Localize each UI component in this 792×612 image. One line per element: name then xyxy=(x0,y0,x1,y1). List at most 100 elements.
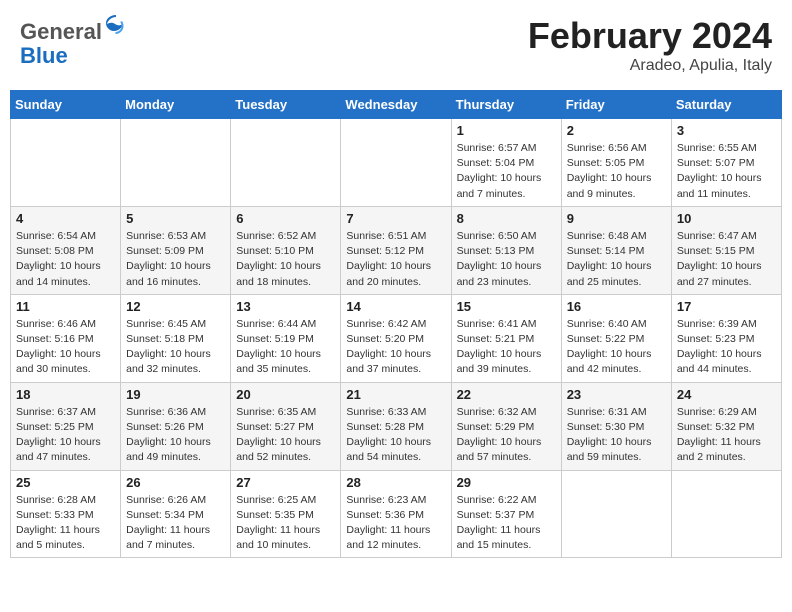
calendar-cell: 9 Sunrise: 6:48 AMSunset: 5:14 PMDaylight… xyxy=(561,206,671,294)
calendar-cell xyxy=(121,119,231,207)
calendar-cell: 4Sunrise: 6:54 AMSunset: 5:08 PMDaylight… xyxy=(11,206,121,294)
day-number: 16 xyxy=(567,299,666,314)
day-info: Sunrise: 6:48 AMSunset: 5:14 PMDaylight:… xyxy=(567,229,666,290)
day-number: 5 xyxy=(126,211,225,226)
calendar-cell: 11 Sunrise: 6:46 AMSunset: 5:16 PMDayligh… xyxy=(11,294,121,382)
day-number: 14 xyxy=(346,299,445,314)
day-info: Sunrise: 6:50 AMSunset: 5:13 PMDaylight:… xyxy=(457,229,556,290)
day-info: Sunrise: 6:44 AMSunset: 5:19 PMDaylight:… xyxy=(236,317,335,378)
calendar-cell: 2 Sunrise: 6:56 AMSunset: 5:05 PMDaylight… xyxy=(561,119,671,207)
calendar-cell: 16 Sunrise: 6:40 AMSunset: 5:22 PMDayligh… xyxy=(561,294,671,382)
logo-general: General xyxy=(20,19,102,44)
day-info: Sunrise: 6:46 AMSunset: 5:16 PMDaylight:… xyxy=(16,317,115,378)
day-number: 23 xyxy=(567,387,666,402)
calendar-cell: 21 Sunrise: 6:33 AMSunset: 5:28 PMDayligh… xyxy=(341,382,451,470)
day-info: Sunrise: 6:45 AMSunset: 5:18 PMDaylight:… xyxy=(126,317,225,378)
weekday-header-thursday: Thursday xyxy=(451,91,561,119)
day-number: 9 xyxy=(567,211,666,226)
calendar-cell: 27 Sunrise: 6:25 AMSunset: 5:35 PMDayligh… xyxy=(231,470,341,558)
weekday-header-tuesday: Tuesday xyxy=(231,91,341,119)
location-subtitle: Aradeo, Apulia, Italy xyxy=(528,57,772,75)
calendar-cell: 8 Sunrise: 6:50 AMSunset: 5:13 PMDaylight… xyxy=(451,206,561,294)
day-info: Sunrise: 6:29 AMSunset: 5:32 PMDaylight:… xyxy=(677,405,776,466)
calendar-cell: 24Sunrise: 6:29 AMSunset: 5:32 PMDayligh… xyxy=(671,382,781,470)
week-row-1: 1Sunrise: 6:57 AMSunset: 5:04 PMDaylight… xyxy=(11,119,782,207)
calendar-cell: 25Sunrise: 6:28 AMSunset: 5:33 PMDayligh… xyxy=(11,470,121,558)
calendar-table: SundayMondayTuesdayWednesdayThursdayFrid… xyxy=(10,90,782,558)
weekday-header-row: SundayMondayTuesdayWednesdayThursdayFrid… xyxy=(11,91,782,119)
logo-blue: Blue xyxy=(20,43,68,68)
day-number: 15 xyxy=(457,299,556,314)
calendar-cell: 15 Sunrise: 6:41 AMSunset: 5:21 PMDayligh… xyxy=(451,294,561,382)
weekday-header-monday: Monday xyxy=(121,91,231,119)
day-number: 1 xyxy=(457,123,556,138)
day-info: Sunrise: 6:54 AMSunset: 5:08 PMDaylight:… xyxy=(16,229,115,290)
calendar-cell xyxy=(561,470,671,558)
day-number: 7 xyxy=(346,211,445,226)
calendar-cell xyxy=(231,119,341,207)
logo: General Blue xyxy=(20,15,128,68)
day-number: 26 xyxy=(126,475,225,490)
calendar-cell xyxy=(671,470,781,558)
day-number: 13 xyxy=(236,299,335,314)
calendar-cell: 13 Sunrise: 6:44 AMSunset: 5:19 PMDayligh… xyxy=(231,294,341,382)
day-info: Sunrise: 6:37 AMSunset: 5:25 PMDaylight:… xyxy=(16,405,115,466)
calendar-cell: 22 Sunrise: 6:32 AMSunset: 5:29 PMDayligh… xyxy=(451,382,561,470)
day-number: 3 xyxy=(677,123,776,138)
day-number: 25 xyxy=(16,475,115,490)
day-info: Sunrise: 6:41 AMSunset: 5:21 PMDaylight:… xyxy=(457,317,556,378)
calendar-cell: 28Sunrise: 6:23 AMSunset: 5:36 PMDayligh… xyxy=(341,470,451,558)
day-info: Sunrise: 6:47 AMSunset: 5:15 PMDaylight:… xyxy=(677,229,776,290)
calendar-cell: 3Sunrise: 6:55 AMSunset: 5:07 PMDaylight… xyxy=(671,119,781,207)
day-number: 2 xyxy=(567,123,666,138)
day-info: Sunrise: 6:40 AMSunset: 5:22 PMDaylight:… xyxy=(567,317,666,378)
week-row-5: 25Sunrise: 6:28 AMSunset: 5:33 PMDayligh… xyxy=(11,470,782,558)
calendar-cell: 5 Sunrise: 6:53 AMSunset: 5:09 PMDaylight… xyxy=(121,206,231,294)
week-row-3: 11 Sunrise: 6:46 AMSunset: 5:16 PMDayligh… xyxy=(11,294,782,382)
day-info: Sunrise: 6:56 AMSunset: 5:05 PMDaylight:… xyxy=(567,141,666,202)
title-section: February 2024 Aradeo, Apulia, Italy xyxy=(528,15,772,75)
day-info: Sunrise: 6:52 AMSunset: 5:10 PMDaylight:… xyxy=(236,229,335,290)
day-info: Sunrise: 6:32 AMSunset: 5:29 PMDaylight:… xyxy=(457,405,556,466)
day-number: 29 xyxy=(457,475,556,490)
calendar-cell: 17Sunrise: 6:39 AMSunset: 5:23 PMDayligh… xyxy=(671,294,781,382)
day-info: Sunrise: 6:22 AMSunset: 5:37 PMDaylight:… xyxy=(457,493,556,554)
day-info: Sunrise: 6:42 AMSunset: 5:20 PMDaylight:… xyxy=(346,317,445,378)
calendar-cell: 10 Sunrise: 6:47 AMSunset: 5:15 PMDayligh… xyxy=(671,206,781,294)
calendar-cell xyxy=(341,119,451,207)
calendar-cell: 19 Sunrise: 6:36 AMSunset: 5:26 PMDayligh… xyxy=(121,382,231,470)
day-number: 22 xyxy=(457,387,556,402)
calendar-cell xyxy=(11,119,121,207)
day-number: 10 xyxy=(677,211,776,226)
calendar-cell: 20 Sunrise: 6:35 AMSunset: 5:27 PMDayligh… xyxy=(231,382,341,470)
calendar-cell: 18 Sunrise: 6:37 AMSunset: 5:25 PMDayligh… xyxy=(11,382,121,470)
day-number: 20 xyxy=(236,387,335,402)
day-info: Sunrise: 6:35 AMSunset: 5:27 PMDaylight:… xyxy=(236,405,335,466)
calendar-cell: 6 Sunrise: 6:52 AMSunset: 5:10 PMDaylight… xyxy=(231,206,341,294)
calendar-cell: 1Sunrise: 6:57 AMSunset: 5:04 PMDaylight… xyxy=(451,119,561,207)
day-number: 11 xyxy=(16,299,115,314)
week-row-2: 4Sunrise: 6:54 AMSunset: 5:08 PMDaylight… xyxy=(11,206,782,294)
day-info: Sunrise: 6:25 AMSunset: 5:35 PMDaylight:… xyxy=(236,493,335,554)
weekday-header-friday: Friday xyxy=(561,91,671,119)
week-row-4: 18 Sunrise: 6:37 AMSunset: 5:25 PMDayligh… xyxy=(11,382,782,470)
day-number: 27 xyxy=(236,475,335,490)
day-number: 12 xyxy=(126,299,225,314)
calendar-cell: 29 Sunrise: 6:22 AMSunset: 5:37 PMDayligh… xyxy=(451,470,561,558)
day-info: Sunrise: 6:33 AMSunset: 5:28 PMDaylight:… xyxy=(346,405,445,466)
calendar-cell: 14 Sunrise: 6:42 AMSunset: 5:20 PMDayligh… xyxy=(341,294,451,382)
calendar-cell: 7Sunrise: 6:51 AMSunset: 5:12 PMDaylight… xyxy=(341,206,451,294)
weekday-header-sunday: Sunday xyxy=(11,91,121,119)
calendar-cell: 23 Sunrise: 6:31 AMSunset: 5:30 PMDayligh… xyxy=(561,382,671,470)
day-number: 6 xyxy=(236,211,335,226)
calendar-body: 1Sunrise: 6:57 AMSunset: 5:04 PMDaylight… xyxy=(11,119,782,558)
day-number: 18 xyxy=(16,387,115,402)
day-info: Sunrise: 6:31 AMSunset: 5:30 PMDaylight:… xyxy=(567,405,666,466)
day-info: Sunrise: 6:53 AMSunset: 5:09 PMDaylight:… xyxy=(126,229,225,290)
calendar-cell: 12 Sunrise: 6:45 AMSunset: 5:18 PMDayligh… xyxy=(121,294,231,382)
day-info: Sunrise: 6:36 AMSunset: 5:26 PMDaylight:… xyxy=(126,405,225,466)
day-number: 8 xyxy=(457,211,556,226)
day-number: 19 xyxy=(126,387,225,402)
day-number: 21 xyxy=(346,387,445,402)
month-title: February 2024 xyxy=(528,15,772,57)
